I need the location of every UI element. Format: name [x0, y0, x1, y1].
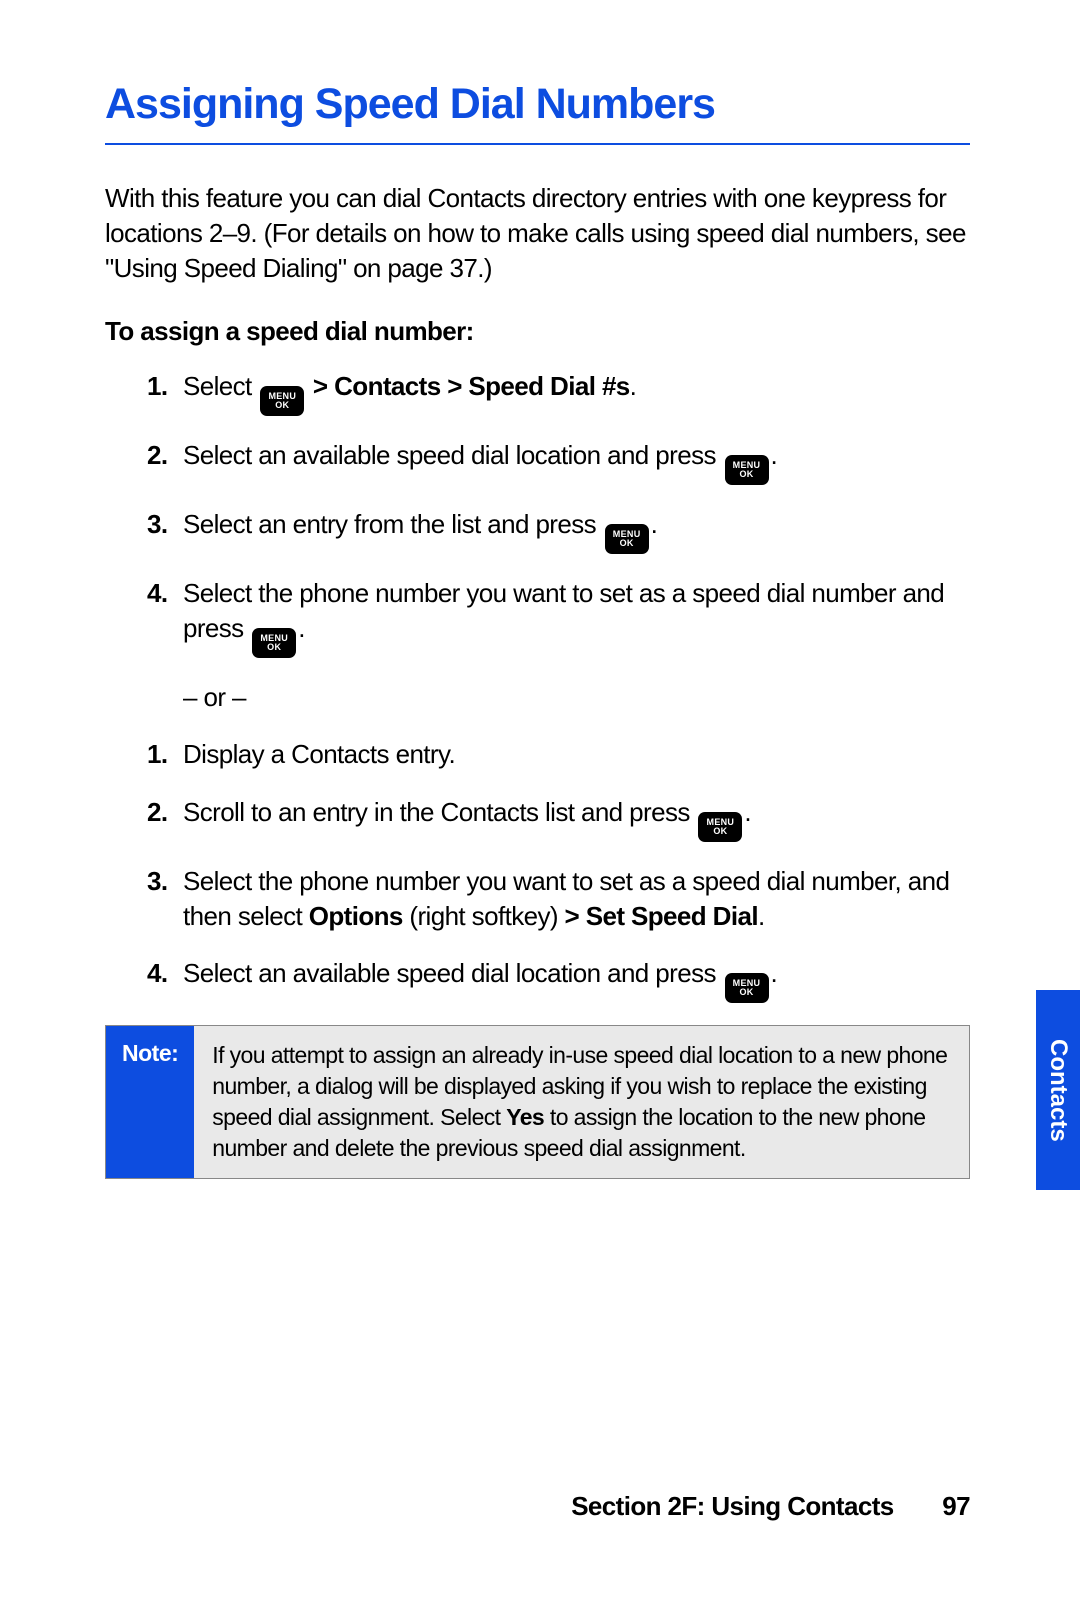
or-separator: – or –	[183, 680, 970, 715]
step-text: Select an available speed dial location …	[183, 440, 723, 470]
menu-ok-icon: MENUOK	[260, 386, 304, 416]
side-tab-contacts: Contacts	[1036, 990, 1080, 1190]
list-item: 1. Display a Contacts entry.	[147, 737, 970, 772]
step-text: .	[651, 509, 658, 539]
step-text: .	[771, 440, 778, 470]
step-text: Select an available speed dial location …	[183, 958, 723, 988]
step-number: 3.	[147, 507, 167, 542]
step-number: 2.	[147, 438, 167, 473]
step-text: .	[771, 958, 778, 988]
list-item: 4. Select the phone number you want to s…	[147, 576, 970, 715]
step-text: Display a Contacts entry.	[183, 739, 455, 769]
step-number: 1.	[147, 737, 167, 772]
step-text: .	[758, 901, 765, 931]
menu-ok-icon: MENUOK	[252, 628, 296, 658]
step-number: 3.	[147, 864, 167, 899]
list-item: 1. Select MENUOK > Contacts > Speed Dial…	[147, 369, 970, 416]
menu-ok-icon: MENUOK	[605, 524, 649, 554]
step-text: .	[744, 797, 751, 827]
step-bold: Options	[309, 901, 403, 931]
step-number: 4.	[147, 576, 167, 611]
step-bold: > Contacts > Speed Dial #s	[306, 371, 629, 401]
page-content: Assigning Speed Dial Numbers With this f…	[0, 0, 1080, 1179]
menu-ok-icon: MENUOK	[698, 812, 742, 842]
procedure-subhead: To assign a speed dial number:	[105, 316, 970, 347]
note-label: Note:	[106, 1026, 194, 1178]
intro-paragraph: With this feature you can dial Contacts …	[105, 181, 970, 286]
step-text: Scroll to an entry in the Contacts list …	[183, 797, 696, 827]
note-box: Note: If you attempt to assign an alread…	[105, 1025, 970, 1179]
step-number: 1.	[147, 369, 167, 404]
page-footer: Section 2F: Using Contacts 97	[571, 1491, 970, 1522]
list-item: 2. Scroll to an entry in the Contacts li…	[147, 795, 970, 842]
list-item: 3. Select an entry from the list and pre…	[147, 507, 970, 554]
step-text: (right softkey)	[403, 901, 565, 931]
step-text: .	[630, 371, 637, 401]
page-heading: Assigning Speed Dial Numbers	[105, 80, 970, 145]
menu-ok-icon: MENUOK	[725, 455, 769, 485]
list-item: 2. Select an available speed dial locati…	[147, 438, 970, 485]
list-item: 4. Select an available speed dial locati…	[147, 956, 970, 1003]
step-text: .	[298, 613, 305, 643]
note-body: If you attempt to assign an already in-u…	[194, 1026, 969, 1178]
list-item: 3. Select the phone number you want to s…	[147, 864, 970, 934]
footer-page-number: 97	[942, 1491, 970, 1521]
menu-ok-icon: MENUOK	[725, 973, 769, 1003]
step-text: Select	[183, 371, 258, 401]
note-bold: Yes	[506, 1104, 544, 1130]
step-bold: > Set Speed Dial	[565, 901, 758, 931]
footer-section: Section 2F: Using Contacts	[571, 1491, 893, 1521]
step-text: Select an entry from the list and press	[183, 509, 603, 539]
steps-list-b: 1. Display a Contacts entry. 2. Scroll t…	[105, 737, 970, 1002]
steps-list-a: 1. Select MENUOK > Contacts > Speed Dial…	[105, 369, 970, 715]
step-number: 4.	[147, 956, 167, 991]
step-number: 2.	[147, 795, 167, 830]
